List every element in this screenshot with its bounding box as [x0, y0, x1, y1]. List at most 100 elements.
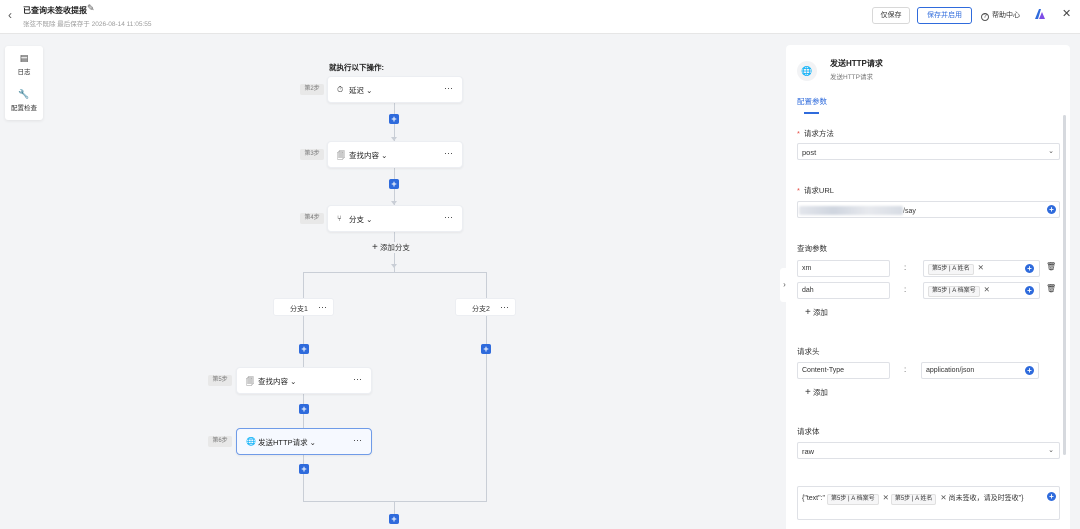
query-value-tag: 第5步 | A 姓名 ✕	[928, 263, 984, 275]
config-check-label: 配置检查	[11, 105, 37, 112]
url-value: /say	[799, 206, 916, 215]
more-options-icon[interactable]: ···	[444, 148, 453, 158]
tab-underline	[804, 112, 819, 114]
header-key-input[interactable]: Content-Type	[797, 362, 890, 379]
config-check-tool[interactable]: 🔧 配置检查	[5, 89, 43, 112]
log-icon: ▤	[19, 53, 29, 63]
log-tool[interactable]: ▤ 日志	[5, 53, 43, 76]
more-options-icon[interactable]: ···	[353, 435, 362, 445]
close-icon[interactable]: ✕	[1062, 8, 1071, 20]
query-params-label: 查询参数	[797, 244, 827, 253]
tab-config-params[interactable]: 配置参数	[797, 96, 827, 107]
trash-icon[interactable]: 🗑	[1046, 284, 1056, 293]
trash-icon[interactable]: 🗑	[1046, 262, 1056, 271]
add-step-button[interactable]: +	[299, 464, 309, 474]
query-value-input[interactable]: 第5步 | A 档案号 ✕	[923, 282, 1040, 299]
insert-variable-button[interactable]: +	[1025, 366, 1034, 375]
headers-label: 请求头	[797, 347, 820, 356]
edit-pencil-icon[interactable]: ✎	[87, 3, 95, 14]
query-value-tag: 第5步 | A 档案号 ✕	[928, 285, 990, 297]
chevron-down-icon: ⌄	[1048, 148, 1054, 155]
add-query-param-button[interactable]: + 添加	[805, 307, 828, 318]
node-label: 查找内容 ⌄	[349, 151, 388, 160]
log-label: 日志	[17, 69, 31, 76]
brand-logo-icon[interactable]	[1034, 8, 1046, 20]
remove-tag-icon[interactable]: ✕	[883, 491, 889, 504]
more-options-icon[interactable]: ···	[444, 83, 453, 93]
add-step-button[interactable]: +	[299, 404, 309, 414]
body-editor[interactable]: {"text":" 第5步 | A 档案号 ✕ 第5步 | A 姓名 ✕ 尚未签收，…	[797, 486, 1060, 520]
node-find-content[interactable]: 🗐 查找内容 ⌄ ···	[327, 141, 463, 168]
method-label: * 请求方法	[797, 129, 834, 138]
add-step-button[interactable]: +	[389, 114, 399, 124]
variable-tag: 第5步 | A 档案号	[826, 494, 879, 505]
top-header: ‹ 已查询未签收提报 ✎ 张弦不既除 最后保存于 2026-08-14 11:0…	[0, 0, 1080, 34]
left-toolbar: ▤ 日志 🔧 配置检查	[5, 46, 43, 120]
panel-subtitle: 发送HTTP请求	[830, 74, 873, 81]
query-key-input[interactable]: xm	[797, 260, 890, 277]
branch-1[interactable]: 分支1 ···	[273, 298, 334, 316]
add-branch-button[interactable]: + 添加分支	[372, 242, 410, 253]
insert-variable-button[interactable]: +	[1025, 286, 1034, 295]
insert-variable-button[interactable]: +	[1047, 492, 1056, 501]
more-options-icon[interactable]: ···	[353, 374, 362, 384]
header-value: application/json	[926, 367, 975, 374]
add-header-button[interactable]: + 添加	[805, 387, 828, 398]
add-step-button[interactable]: +	[389, 179, 399, 189]
insert-variable-button[interactable]: +	[1047, 205, 1056, 214]
node-branch[interactable]: ⑂ 分支 ⌄ ···	[327, 205, 463, 232]
query-key-value: xm	[802, 265, 812, 272]
redacted-url	[799, 206, 903, 215]
more-options-icon[interactable]: ···	[318, 302, 327, 312]
node-delay[interactable]: ⏱ 延迟 ⌄ ···	[327, 76, 463, 103]
branch-2[interactable]: 分支2 ···	[455, 298, 516, 316]
header-value-input[interactable]: application/json	[921, 362, 1039, 379]
body-type-value: raw	[802, 447, 815, 456]
save-button[interactable]: 仅保存	[872, 7, 910, 24]
remove-tag-icon[interactable]: ✕	[978, 263, 984, 272]
back-arrow-icon[interactable]: ‹	[8, 9, 18, 21]
variable-tag: 第5步 | A 档案号	[928, 286, 980, 297]
remove-tag-icon[interactable]: ✕	[940, 491, 946, 504]
node-label: 查找内容 ⌄	[258, 377, 297, 386]
insert-variable-button[interactable]: +	[1025, 264, 1034, 273]
more-options-icon[interactable]: ···	[500, 302, 509, 312]
node-find-content-2[interactable]: 🗐 查找内容 ⌄ ···	[236, 367, 372, 394]
panel-scrollbar[interactable]	[1063, 115, 1066, 455]
branch-frame-bottom	[303, 501, 487, 502]
url-label: * 请求URL	[797, 186, 834, 195]
body-label: 请求体	[797, 427, 820, 436]
chevron-down-icon: ⌄	[1048, 447, 1054, 454]
connector	[394, 501, 395, 515]
page-title: 已查询未签收提报	[23, 6, 87, 15]
body-type-select[interactable]: raw ⌄	[797, 442, 1060, 459]
connector	[303, 454, 304, 501]
flow-title: 就执行以下操作:	[329, 63, 384, 72]
more-options-icon[interactable]: ···	[444, 212, 453, 222]
add-step-button[interactable]: +	[299, 344, 309, 354]
url-input[interactable]: /say	[797, 201, 1060, 218]
node-label: 延迟 ⌄	[349, 86, 373, 95]
save-and-enable-button[interactable]: 保存并启用	[917, 7, 972, 24]
add-step-button[interactable]: +	[389, 514, 399, 524]
branch-label: 分支1	[290, 306, 308, 313]
separator-colon: :	[904, 263, 907, 272]
step-badge: 第4步	[300, 213, 324, 224]
clock-icon: ⏱	[337, 85, 344, 94]
node-send-http[interactable]: 🌐 发送HTTP请求 ⌄ ···	[236, 428, 372, 455]
branch-label: 分支2	[472, 306, 490, 313]
wrench-icon: 🔧	[18, 89, 30, 99]
remove-tag-icon[interactable]: ✕	[984, 285, 990, 294]
body-content: {"text":" 第5步 | A 档案号 ✕ 第5步 | A 姓名 ✕ 尚未签收，…	[802, 491, 1038, 505]
query-key-input[interactable]: dah	[797, 282, 890, 299]
help-center-link[interactable]: ? 帮助中心	[981, 10, 1020, 21]
step-badge: 第6步	[208, 436, 232, 447]
help-circle-icon: ?	[981, 13, 989, 21]
add-step-button[interactable]: +	[481, 344, 491, 354]
query-value-input[interactable]: 第5步 | A 姓名 ✕	[923, 260, 1040, 277]
query-key-value: dah	[802, 287, 814, 294]
step-badge: 第3步	[300, 149, 324, 160]
method-select[interactable]: post ⌄	[797, 143, 1060, 160]
branch-icon: ⑂	[337, 214, 342, 223]
method-value: post	[802, 148, 817, 157]
